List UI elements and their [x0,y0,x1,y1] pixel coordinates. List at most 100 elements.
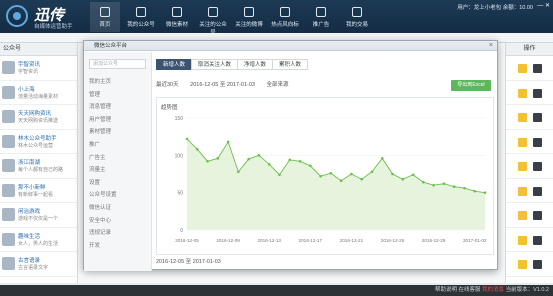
home-icon [100,7,110,17]
logo-icon [6,5,28,27]
export-excel-button[interactable]: 导出到Excel [451,80,491,91]
data-point [298,160,302,163]
account-desc: 游戏不仅仅是一个 [18,216,59,222]
list-item[interactable]: 浙江南湖 每个人都有自己的路 [0,154,77,179]
account-name[interactable]: 浙江南湖 [18,158,40,166]
download-icon[interactable] [533,235,542,245]
account-desc: 女人，男人的生活 [18,240,59,247]
menu-item[interactable]: 违规记录 [84,227,151,240]
help-links[interactable]: 帮助说明 在线客服 [435,287,482,293]
download-icon[interactable] [533,186,542,196]
menu-item[interactable]: 消息管理 [84,101,151,114]
nav-my-accounts[interactable]: 我的公众号 [126,2,156,32]
nav-wechat-material[interactable]: 微信素材 [162,2,192,32]
download-icon[interactable] [533,88,542,98]
nav-followed-accounts[interactable]: 关注的公众号 [198,2,228,36]
list-item[interactable]: 趣味生活 女人，男人的生活 [0,228,77,252]
data-point [257,154,261,157]
data-point [185,137,189,141]
nav-label: 首页 [99,22,111,28]
account-name[interactable]: 闲治游戏 [18,207,40,215]
menu-item[interactable]: 用户管理 [84,114,151,127]
account-search-input[interactable]: 添加公众号 [89,59,146,69]
tab-net-users[interactable]: 净增人数 [237,59,274,70]
avatar [2,257,15,270]
y-tick-label: 50 [177,191,183,197]
operations-row [506,105,553,130]
main-nav: 首页 我的公众号 微信素材 关注的公众号 关注的微博 热点风向标 推广告 我的交… [90,2,378,36]
x-tick-label: 2016-12-13 [257,238,281,243]
star-icon[interactable] [518,88,527,98]
menu-item[interactable]: 设置 [84,177,151,190]
operations-column: 操作 [505,43,553,283]
nav-ads[interactable]: 推广告 [306,2,336,32]
account-desc: 天天网购资讯推送 [18,118,59,124]
list-item[interactable]: 那不小新鲜 有新鲜事一起看 [0,179,77,203]
list-item[interactable]: 宇智资讯 宇智资讯 [0,56,77,81]
tab-unfollow-users[interactable]: 取消关注人数 [191,59,239,70]
account-name[interactable]: 趣味生活 [18,232,40,240]
menu-item[interactable]: 流量主 [84,164,151,177]
account-desc: 林木公众号运营 [18,142,54,149]
avatar [2,85,15,99]
menu-item[interactable]: 安全中心 [84,215,151,228]
account-name[interactable]: 小上海 [18,85,35,93]
menu-item[interactable]: 推广 [84,139,151,152]
list-item[interactable]: 闲治游戏 游戏不仅仅是一个 [0,203,77,228]
account-name[interactable]: 那不小新鲜 [18,183,46,191]
menu-item[interactable]: 我的主页 [84,76,151,89]
window-controls[interactable]: — ✕ [537,2,550,9]
download-icon[interactable] [533,113,542,122]
channel-select[interactable]: 全部来源 [267,82,289,88]
list-item[interactable]: 小上海 流量活动海量素材 [0,81,77,105]
download-icon[interactable] [533,64,542,73]
account-desc: 流量活动海量素材 [18,93,59,100]
menu-item[interactable]: 广告主 [84,152,151,165]
date-range-picker[interactable]: 2016-12-05 至 2017-01-03 [190,82,255,88]
menu-item[interactable]: 公众号设置 [84,189,151,202]
nav-followed-weibo[interactable]: 关注的微博 [234,2,264,32]
close-icon[interactable]: × [489,41,493,51]
data-point [319,174,322,178]
x-tick-label: 2016-12-17 [299,238,323,243]
x-tick-label: 2016-12-29 [422,238,446,243]
account-name[interactable]: 宇智资讯 [18,60,40,68]
nav-home[interactable]: 首页 [90,2,120,32]
range-select[interactable]: 最近30天 [156,82,179,88]
x-tick-label: 2016-12-25 [381,238,405,243]
operations-row [506,154,553,179]
star-icon[interactable] [518,137,527,147]
menu-item[interactable]: 管理 [84,89,151,102]
nav-hot-topics[interactable]: 热点风向标 [270,2,300,32]
list-item[interactable]: 林木公众号助手 林木公众号运营 [0,130,77,154]
menu-item[interactable]: 开发 [84,240,151,253]
tab-new-users[interactable]: 新增人数 [156,59,193,70]
download-icon[interactable] [533,162,542,171]
account-list-header: 公众号 [0,43,77,56]
download-icon[interactable] [533,137,542,147]
star-icon[interactable] [518,260,527,269]
my-messages-link[interactable]: 我的消息 [482,287,504,293]
data-point [329,171,333,175]
account-name[interactable]: 天天网购资讯 [18,109,51,117]
account-list: 公众号 宇智资讯 宇智资讯 小上海 流量活动海量素材 天天网购资讯 天天网购资讯推送 … [0,43,78,283]
list-item[interactable]: 天天网购资讯 天天网购资讯推送 [0,105,77,130]
star-icon[interactable] [518,211,527,220]
tab-total-users[interactable]: 累积人数 [272,59,309,70]
account-name[interactable]: 古言语录 [18,256,40,264]
download-icon[interactable] [533,260,542,269]
star-icon[interactable] [518,113,527,122]
download-icon[interactable] [533,211,542,220]
star-icon[interactable] [518,162,527,171]
star-icon[interactable] [518,235,527,245]
account-name[interactable]: 林木公众号助手 [18,134,57,142]
y-tick-label: 0 [180,228,183,234]
menu-item[interactable]: 素材管理 [84,126,151,139]
list-item[interactable]: 古言语录 古言语录文字 [0,252,77,277]
avatar [2,110,15,123]
star-icon[interactable] [518,64,527,73]
nav-my-trades[interactable]: 我的交易 [342,2,372,32]
star-icon[interactable] [518,186,527,196]
menu-item[interactable]: 微信认证 [84,202,151,215]
x-tick-label: 2016-12-05 [175,238,199,243]
